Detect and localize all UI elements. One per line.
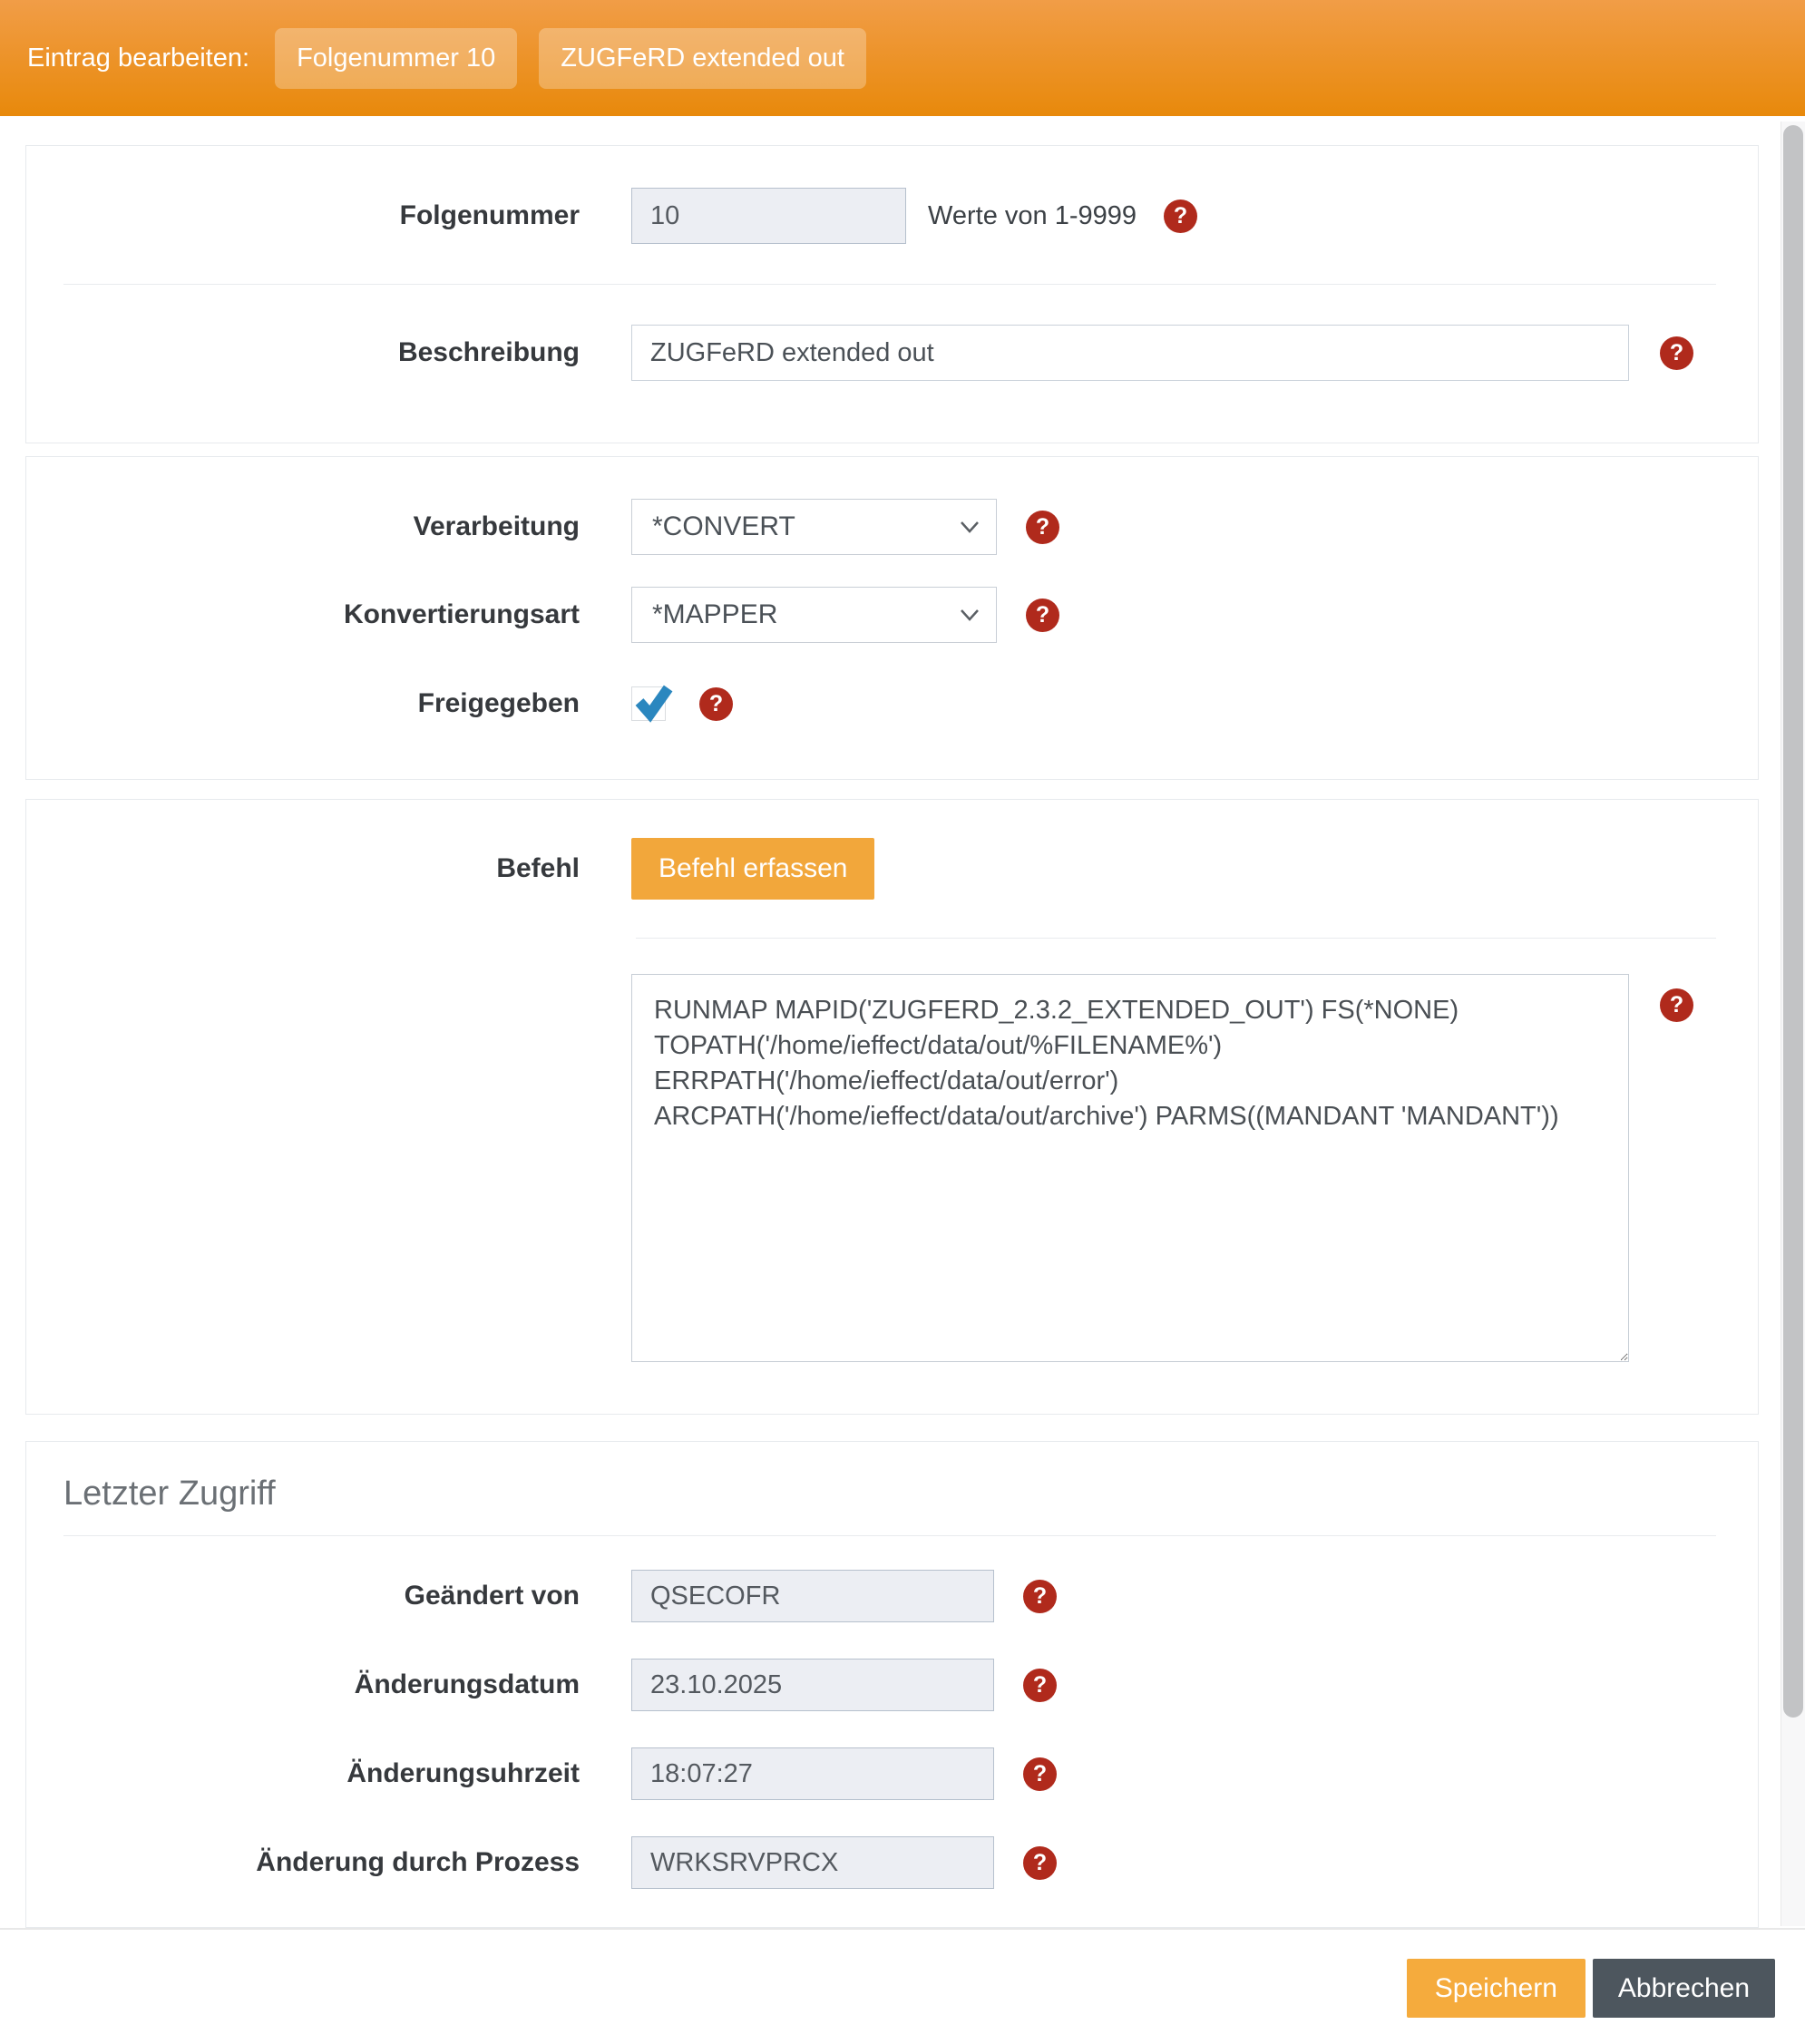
geaendert-von-input bbox=[631, 1570, 994, 1622]
geaendert-von-row: Geändert von ? bbox=[26, 1570, 1758, 1622]
freigegeben-checkbox[interactable] bbox=[631, 686, 666, 721]
help-icon[interactable]: ? bbox=[1660, 336, 1693, 370]
folgenummer-control: Werte von 1-9999 ? bbox=[631, 188, 1197, 244]
aenderung-prozess-label: Änderung durch Prozess bbox=[26, 1847, 580, 1878]
beschreibung-row: Beschreibung ? bbox=[26, 325, 1758, 381]
konvertierungsart-selected-value: *MAPPER bbox=[652, 599, 777, 630]
check-icon bbox=[635, 684, 671, 720]
aenderungsdatum-input bbox=[631, 1659, 994, 1711]
beschreibung-input[interactable] bbox=[631, 325, 1629, 381]
help-icon[interactable]: ? bbox=[1026, 511, 1059, 544]
divider bbox=[63, 1535, 1716, 1536]
folgenummer-hint: Werte von 1-9999 bbox=[928, 201, 1137, 231]
freigegeben-row: Freigegeben ? bbox=[26, 686, 1758, 721]
panel-last-access: Letzter Zugriff Geändert von ? Änderungs… bbox=[25, 1441, 1759, 1928]
command-control: RUNMAP MAPID('ZUGFERD_2.3.2_EXTENDED_OUT… bbox=[631, 974, 1693, 1362]
aenderungsdatum-row: Änderungsdatum ? bbox=[26, 1659, 1758, 1711]
save-button[interactable]: Speichern bbox=[1407, 1959, 1585, 2018]
divider bbox=[636, 938, 1716, 939]
footer-actions: Speichern Abbrechen bbox=[0, 1930, 1805, 2018]
last-access-heading: Letzter Zugriff bbox=[63, 1475, 1758, 1514]
help-icon[interactable]: ? bbox=[1023, 1580, 1057, 1613]
scrollbar bbox=[1781, 122, 1805, 1926]
form-content: Folgenummer Werte von 1-9999 ? Beschreib… bbox=[0, 116, 1805, 2018]
help-icon[interactable]: ? bbox=[1026, 599, 1059, 632]
verarbeitung-row: Verarbeitung *CONVERT ? bbox=[26, 499, 1758, 555]
befehl-label: Befehl bbox=[26, 853, 580, 884]
aenderungsuhrzeit-input bbox=[631, 1747, 994, 1800]
aenderungsuhrzeit-row: Änderungsuhrzeit ? bbox=[26, 1747, 1758, 1800]
help-icon[interactable]: ? bbox=[1023, 1757, 1057, 1791]
help-icon[interactable]: ? bbox=[1023, 1669, 1057, 1702]
befehl-row: Befehl Befehl erfassen bbox=[26, 838, 1758, 900]
divider bbox=[63, 284, 1716, 285]
panel-processing: Verarbeitung *CONVERT ? Konvertierungsar… bbox=[25, 456, 1759, 780]
geaendert-von-label: Geändert von bbox=[26, 1581, 580, 1611]
panel-identification: Folgenummer Werte von 1-9999 ? Beschreib… bbox=[25, 145, 1759, 443]
verarbeitung-label: Verarbeitung bbox=[26, 511, 580, 542]
beschreibung-control: ? bbox=[631, 325, 1693, 381]
aenderungsuhrzeit-label: Änderungsuhrzeit bbox=[26, 1758, 580, 1789]
folgenummer-label: Folgenummer bbox=[26, 200, 580, 231]
befehl-erfassen-button[interactable]: Befehl erfassen bbox=[631, 838, 874, 900]
cancel-button[interactable]: Abbrechen bbox=[1593, 1959, 1775, 2018]
folgenummer-input bbox=[631, 188, 906, 244]
verarbeitung-control: *CONVERT ? bbox=[631, 499, 1059, 555]
aenderungsdatum-control: ? bbox=[631, 1659, 1057, 1711]
konvertierungsart-label: Konvertierungsart bbox=[26, 599, 580, 630]
freigegeben-control: ? bbox=[631, 686, 733, 721]
konvertierungsart-row: Konvertierungsart *MAPPER ? bbox=[26, 587, 1758, 643]
scrollbar-thumb[interactable] bbox=[1783, 125, 1803, 1718]
freigegeben-label: Freigegeben bbox=[26, 688, 580, 719]
aenderungsdatum-label: Änderungsdatum bbox=[26, 1669, 580, 1700]
command-row: RUNMAP MAPID('ZUGFERD_2.3.2_EXTENDED_OUT… bbox=[26, 974, 1758, 1362]
folgenummer-row: Folgenummer Werte von 1-9999 ? bbox=[26, 188, 1758, 244]
aenderung-prozess-control: ? bbox=[631, 1836, 1057, 1889]
help-icon[interactable]: ? bbox=[1660, 988, 1693, 1022]
beschreibung-label: Beschreibung bbox=[26, 337, 580, 368]
badge-folgenummer: Folgenummer 10 bbox=[275, 28, 517, 89]
befehl-control: Befehl erfassen bbox=[631, 838, 874, 900]
aenderungsuhrzeit-control: ? bbox=[631, 1747, 1057, 1800]
chevron-down-icon bbox=[960, 521, 980, 533]
geaendert-von-control: ? bbox=[631, 1570, 1057, 1622]
badge-description: ZUGFeRD extended out bbox=[539, 28, 866, 89]
aenderung-prozess-row: Änderung durch Prozess ? bbox=[26, 1836, 1758, 1889]
page-title: Eintrag bearbeiten: bbox=[27, 44, 249, 73]
konvertierungsart-control: *MAPPER ? bbox=[631, 587, 1059, 643]
verarbeitung-select[interactable]: *CONVERT bbox=[631, 499, 997, 555]
konvertierungsart-select[interactable]: *MAPPER bbox=[631, 587, 997, 643]
verarbeitung-selected-value: *CONVERT bbox=[652, 511, 795, 542]
befehl-command-textarea[interactable]: RUNMAP MAPID('ZUGFERD_2.3.2_EXTENDED_OUT… bbox=[631, 974, 1629, 1362]
chevron-down-icon bbox=[960, 608, 980, 621]
help-icon[interactable]: ? bbox=[1023, 1846, 1057, 1880]
header-bar: Eintrag bearbeiten: Folgenummer 10 ZUGFe… bbox=[0, 0, 1805, 116]
panel-command: Befehl Befehl erfassen RUNMAP MAPID('ZUG… bbox=[25, 799, 1759, 1415]
help-icon[interactable]: ? bbox=[699, 687, 733, 721]
aenderung-prozess-input bbox=[631, 1836, 994, 1889]
help-icon[interactable]: ? bbox=[1164, 200, 1197, 233]
